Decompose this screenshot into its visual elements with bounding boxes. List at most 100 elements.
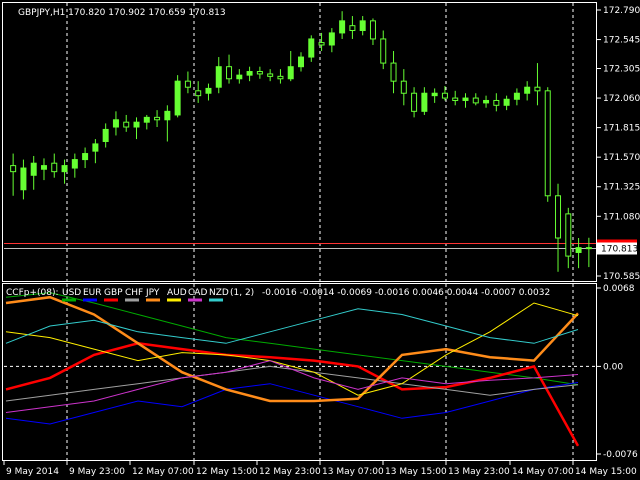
price-tick-label: 172.305 xyxy=(603,65,640,75)
candle-bull xyxy=(102,128,109,142)
candle-bull xyxy=(298,56,304,68)
series-line-usd xyxy=(5,292,579,386)
indicator-legend: USD EUR GBP CHF JPY AUD CAD NZD xyxy=(62,288,229,302)
candle-bull xyxy=(431,92,438,97)
price-tick-label: 172.790 xyxy=(603,6,640,16)
candle-bear xyxy=(472,97,479,104)
series-line-eur xyxy=(5,382,579,425)
candle-bull xyxy=(339,20,346,34)
series-line-cad xyxy=(5,360,579,413)
candle-bull xyxy=(215,66,222,88)
candle-bull xyxy=(164,110,171,121)
candle-bear xyxy=(256,71,263,75)
price-pane-border xyxy=(2,2,597,282)
current-price-label: 170.813 xyxy=(601,244,638,254)
candle-bear xyxy=(585,247,592,250)
candle-bear xyxy=(51,162,58,173)
time-tick-label: 13 May 15:00 xyxy=(385,467,447,477)
bid-ask-lines: 170.813 xyxy=(4,239,638,255)
candle-bear xyxy=(154,116,161,121)
indicator-tick-label: -0.0076 xyxy=(603,450,638,460)
indicator-header: CCFp+(08): USD EUR GBP CHF JPY AUD CAD NZD (1, … xyxy=(6,288,550,302)
candle-bear xyxy=(226,66,233,80)
candle-bull xyxy=(174,80,181,116)
time-tick-label: 13 May 07:00 xyxy=(322,467,384,477)
candlestick-series xyxy=(10,11,592,272)
indicator-params: (1, 2) xyxy=(230,288,254,298)
price-tick-label: 171.080 xyxy=(603,212,640,222)
legend-label-usd: USD xyxy=(62,288,81,298)
price-tick-label: 171.570 xyxy=(603,153,640,163)
candle-bull xyxy=(287,66,294,80)
candle-bull xyxy=(462,97,469,101)
candle-bear xyxy=(10,165,17,173)
legend-label-gbp: GBP xyxy=(104,288,123,298)
candle-bear xyxy=(534,86,541,92)
candle-bear xyxy=(452,97,459,101)
candle-bear xyxy=(390,62,397,82)
series-line-aud xyxy=(5,302,579,396)
time-tick-label: 12 May 07:00 xyxy=(132,467,194,477)
candle-bull xyxy=(133,121,140,128)
time-axis: 9 May 2014 9 May 23:00 12 May 07:00 12 May … xyxy=(3,461,637,477)
candle-bear xyxy=(369,20,376,40)
candle-bear xyxy=(318,42,325,46)
candle-bull xyxy=(143,116,150,123)
candle-bull xyxy=(205,87,212,94)
series-line-chf xyxy=(5,365,579,402)
time-tick-label: 14 May 07:00 xyxy=(512,467,574,477)
chart-window: 172.790 172.545 172.305 172.060 171.815 171.5… xyxy=(2,2,640,477)
candle-bull xyxy=(524,86,531,94)
legend-label-chf: CHF xyxy=(125,288,143,298)
candle-bear xyxy=(400,80,407,94)
legend-label-cad: CAD xyxy=(188,288,207,298)
candle-bear xyxy=(544,90,551,197)
candle-bull xyxy=(503,98,510,106)
time-grid xyxy=(66,3,574,460)
time-tick-label: 12 May 15:00 xyxy=(196,467,258,477)
candle-bull xyxy=(30,162,37,176)
candle-bull xyxy=(421,92,428,112)
time-tick-label: 9 May 23:00 xyxy=(69,467,125,477)
candle-bull xyxy=(328,32,335,46)
time-tick-label: 13 May 23:00 xyxy=(448,467,510,477)
indicator-tick-label: 0.00 xyxy=(603,362,623,372)
candle-bear xyxy=(565,213,572,257)
candle-bull xyxy=(82,153,89,161)
indicator-name: CCFp+(08): xyxy=(6,288,59,298)
candle-bull xyxy=(92,143,99,152)
candle-bear xyxy=(267,73,274,77)
candle-bear xyxy=(380,38,387,64)
candle-bull xyxy=(112,119,119,128)
candle-bull xyxy=(246,71,253,76)
candle-bear xyxy=(493,99,500,106)
price-tick-label: 171.325 xyxy=(603,183,640,193)
price-tick-label: 172.545 xyxy=(603,36,640,46)
time-tick-label: 9 May 2014 xyxy=(6,467,59,477)
candle-bull xyxy=(308,38,315,58)
candle-bull xyxy=(61,165,68,173)
time-tick-label: 14 May 15:00 xyxy=(575,467,637,477)
indicator-axis: 0.0068 0.00 -0.0076 xyxy=(4,284,638,460)
legend-label-jpy: JPY xyxy=(145,288,160,298)
candle-bull xyxy=(71,159,78,169)
time-tick-label: 12 May 23:00 xyxy=(259,467,321,477)
indicator-tick-label: 0.0068 xyxy=(603,284,635,294)
legend-label-aud: AUD xyxy=(167,288,187,298)
legend-label-eur: EUR xyxy=(83,288,102,298)
indicator-values: -0.0016 -0.0014 -0.0069 -0.0016 0.0046 0… xyxy=(262,288,550,298)
price-tick-label: 171.815 xyxy=(603,124,640,134)
candle-bear xyxy=(123,121,130,128)
candle-bull xyxy=(575,247,582,253)
legend-label-nzd: NZD xyxy=(209,288,229,298)
series-line-jpy xyxy=(5,295,579,403)
price-tick-label: 170.585 xyxy=(603,272,640,282)
price-tick-label: 172.060 xyxy=(603,94,640,104)
candle-bear xyxy=(277,75,284,80)
candle-bear xyxy=(441,92,448,99)
candle-bear xyxy=(195,90,202,97)
candle-bull xyxy=(20,167,27,191)
candle-bear xyxy=(349,25,356,32)
indicator-series xyxy=(5,292,580,447)
candle-bull xyxy=(483,99,490,104)
